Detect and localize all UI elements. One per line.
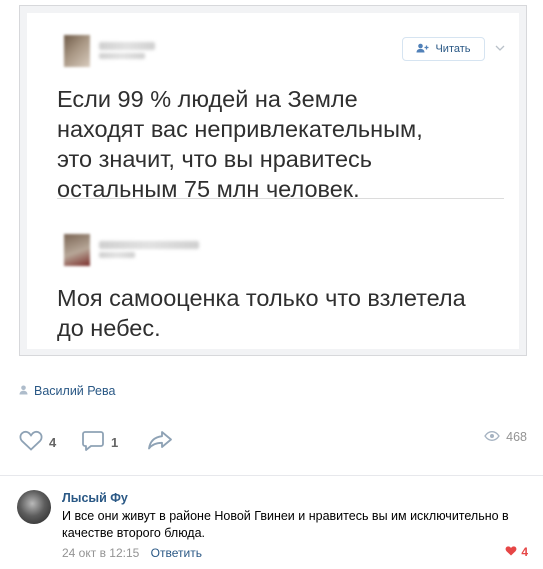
follow-label: Читать xyxy=(435,43,471,55)
avatar[interactable] xyxy=(17,490,51,524)
tweet-line: Моя самооценка только что взлетела xyxy=(57,285,466,311)
follow-button[interactable]: Читать xyxy=(402,37,485,61)
tweet-line: это значит, что вы нравитесь xyxy=(57,146,373,172)
eye-icon xyxy=(484,430,500,444)
tweet-line: находят вас непривлекательным, xyxy=(57,116,423,142)
comment-date[interactable]: 24 окт в 12:15 xyxy=(62,546,139,560)
add-user-icon xyxy=(416,43,429,56)
share-button[interactable] xyxy=(147,430,173,453)
tweet-line: Если 99 % людей на Земле xyxy=(57,86,358,112)
tweet-divider xyxy=(57,198,504,199)
reply-button[interactable]: Ответить xyxy=(151,546,202,560)
blurred-handle-1 xyxy=(99,53,145,59)
comment-count: 1 xyxy=(111,435,119,450)
tweet-line: остальным 75 млн человек. xyxy=(57,176,360,202)
blurred-avatar-2 xyxy=(64,234,90,266)
tweet-card: Читать Если 99 % людей на Земле находят … xyxy=(27,13,519,349)
views-counter: 468 xyxy=(484,430,527,444)
comment-like-count: 4 xyxy=(521,545,528,559)
person-icon xyxy=(19,385,28,398)
post-image[interactable]: Читать Если 99 % людей на Земле находят … xyxy=(19,5,527,356)
like-count: 4 xyxy=(49,434,57,450)
blurred-avatar-1 xyxy=(64,35,90,67)
comment-like-button[interactable]: 4 xyxy=(505,545,528,559)
blurred-handle-2 xyxy=(99,252,135,258)
blurred-name-2 xyxy=(99,241,199,249)
comment-author[interactable]: Лысый Фу xyxy=(62,491,128,505)
tweet-line: до небес. xyxy=(57,315,161,341)
comment-meta: 24 окт в 12:15 Ответить xyxy=(62,546,202,560)
heart-icon xyxy=(505,545,517,559)
post-actions: 4 1 468 xyxy=(19,430,527,458)
author-name[interactable]: Василий Рева xyxy=(34,384,115,398)
comment: Лысый Фу И все они живут в районе Новой … xyxy=(0,476,543,569)
share-icon xyxy=(147,430,173,453)
blurred-name-1 xyxy=(99,42,155,50)
comment-text: И все они живут в районе Новой Гвинеи и … xyxy=(62,509,509,540)
tweet-text-1: Если 99 % людей на Земле находят вас неп… xyxy=(57,84,517,204)
chevron-down-icon[interactable] xyxy=(495,43,505,55)
post-author[interactable]: Василий Рева xyxy=(19,384,115,398)
view-count: 468 xyxy=(506,430,527,444)
tweet-text-2: Моя самооценка только что взлетела до не… xyxy=(57,283,517,343)
comment-icon xyxy=(81,430,105,455)
like-button[interactable]: 4 xyxy=(19,430,56,454)
heart-icon xyxy=(19,430,43,454)
comment-button[interactable]: 1 xyxy=(81,430,118,455)
